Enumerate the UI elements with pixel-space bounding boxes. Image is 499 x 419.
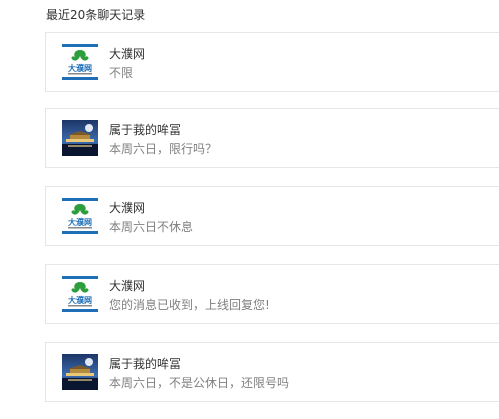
- contact-name: 属于莪的哞冨: [109, 123, 182, 137]
- dapu-logo-avatar: 大濮网: [62, 276, 98, 312]
- last-message: 本周六日不休息: [109, 220, 194, 234]
- last-message: 您的消息已收到，上线回复您!: [109, 298, 270, 312]
- chat-list-item[interactable]: 大濮网 大濮网 不限: [45, 32, 499, 92]
- dapu-logo-avatar: 大濮网: [62, 44, 98, 80]
- user-photo-avatar: [62, 354, 98, 390]
- section-title: 最近20条聊天记录: [46, 8, 146, 22]
- chat-list-item[interactable]: 大濮网 大濮网 本周六日不休息: [45, 186, 499, 246]
- logo-text: 大濮网: [68, 217, 92, 227]
- last-message: 本周六日，限行吗？: [109, 142, 218, 156]
- logo-text: 大濮网: [68, 63, 92, 73]
- logo-text: 大濮网: [68, 295, 92, 305]
- contact-name: 大濮网: [109, 279, 146, 293]
- dapu-logo-avatar: 大濮网: [62, 198, 98, 234]
- user-photo-avatar: [62, 120, 98, 156]
- last-message: 不限: [109, 66, 134, 80]
- last-message: 本周六日，不是公休日，还限号吗: [109, 376, 290, 390]
- contact-name: 大濮网: [109, 47, 146, 61]
- contact-name: 属于莪的哞冨: [109, 357, 182, 371]
- contact-name: 大濮网: [109, 201, 146, 215]
- chat-list-item[interactable]: 属于莪的哞冨 本周六日，限行吗？: [45, 108, 499, 168]
- chat-history-page: 最近20条聊天记录 大濮网 大濮网 不限 属于莪的哞冨 本周六日，限行吗？ 大濮…: [0, 0, 499, 419]
- chat-list-item[interactable]: 大濮网 大濮网 您的消息已收到，上线回复您!: [45, 264, 499, 324]
- chat-list-item[interactable]: 属于莪的哞冨 本周六日，不是公休日，还限号吗: [45, 342, 499, 402]
